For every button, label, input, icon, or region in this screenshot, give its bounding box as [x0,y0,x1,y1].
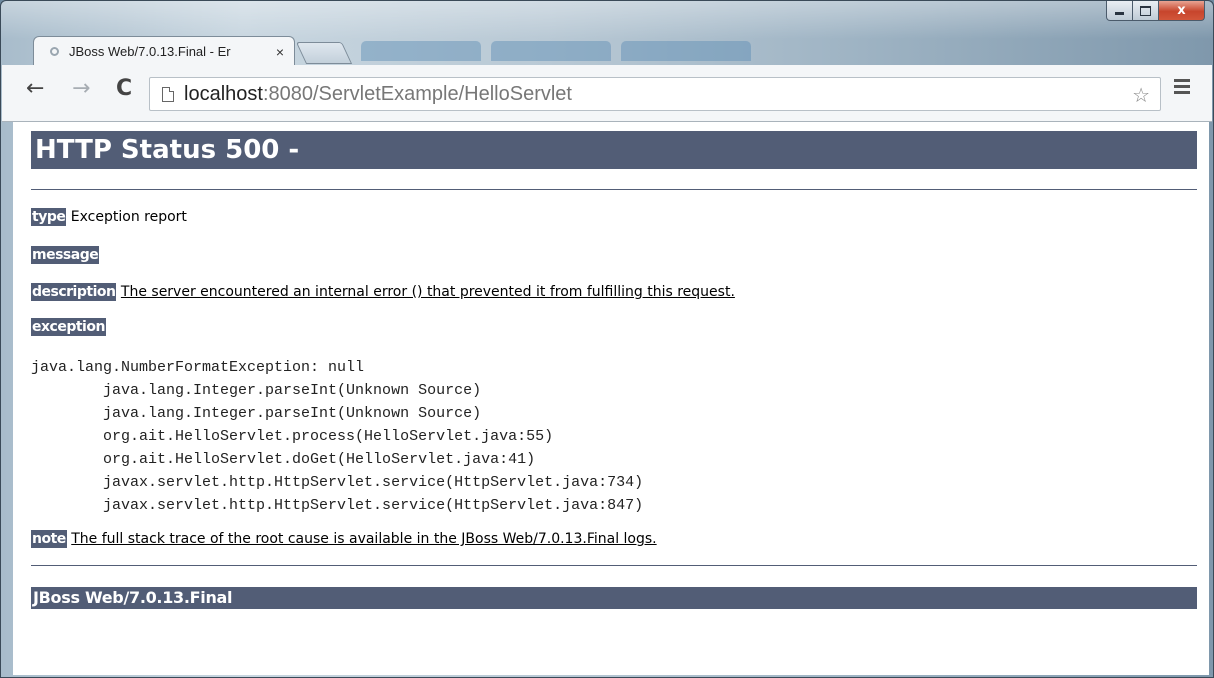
type-label: type [31,208,67,226]
exception-label: exception [31,318,106,336]
message-label: message [31,246,100,264]
address-bar[interactable]: localhost:8080/ServletExample/HelloServl… [149,77,1161,111]
server-footer: JBoss Web/7.0.13.Final [31,587,1197,609]
description-row: description The server encountered an in… [31,283,735,301]
note-row: note The full stack trace of the root ca… [31,530,657,548]
background-tab[interactable] [491,41,611,61]
forward-arrow-icon[interactable]: → [72,77,90,101]
back-arrow-icon[interactable]: ← [26,77,44,101]
new-tab-button[interactable] [295,42,353,64]
window-controls: x [1106,1,1205,21]
close-icon: x [1177,3,1186,18]
url-path: :8080/ServletExample/HelloServlet [262,82,572,105]
loading-favicon-icon [50,47,59,56]
description-value: The server encountered an internal error… [120,284,735,300]
divider [31,189,1197,190]
page-icon [162,86,174,102]
url-text[interactable]: localhost:8080/ServletExample/HelloServl… [184,83,572,106]
divider [31,565,1197,566]
description-label: description [31,283,117,301]
close-window-button[interactable]: x [1159,1,1205,21]
page-content: HTTP Status 500 - type Exception report … [13,122,1209,675]
active-tab[interactable]: JBoss Web/7.0.13.Final - Er × [33,36,295,66]
minimize-button[interactable] [1106,1,1133,21]
note-label: note [31,530,67,548]
stack-trace: java.lang.NumberFormatException: null ja… [31,359,644,514]
close-tab-icon[interactable]: × [276,44,284,60]
reload-icon[interactable]: C [116,77,132,101]
type-value: Exception report [70,209,187,225]
browser-window: x JBoss Web/7.0.13.Final - Er × ← → C lo… [0,0,1214,678]
type-row: type Exception report [31,208,187,226]
background-tab[interactable] [621,41,751,61]
minimize-icon [1115,12,1124,15]
menu-icon[interactable] [1174,79,1190,97]
background-tab[interactable] [361,41,481,61]
note-value: The full stack trace of the root cause i… [71,531,657,547]
maximize-button[interactable] [1133,1,1159,21]
bookmark-star-icon[interactable]: ☆ [1132,83,1150,107]
maximize-icon [1140,5,1151,16]
page-title: HTTP Status 500 - [31,131,1197,169]
tab-title: JBoss Web/7.0.13.Final - Er [69,44,231,59]
browser-toolbar: ← → C localhost:8080/ServletExample/Hell… [2,65,1212,122]
url-host: localhost [184,82,263,105]
exception-row: exception [31,318,106,336]
message-row: message [31,246,100,264]
